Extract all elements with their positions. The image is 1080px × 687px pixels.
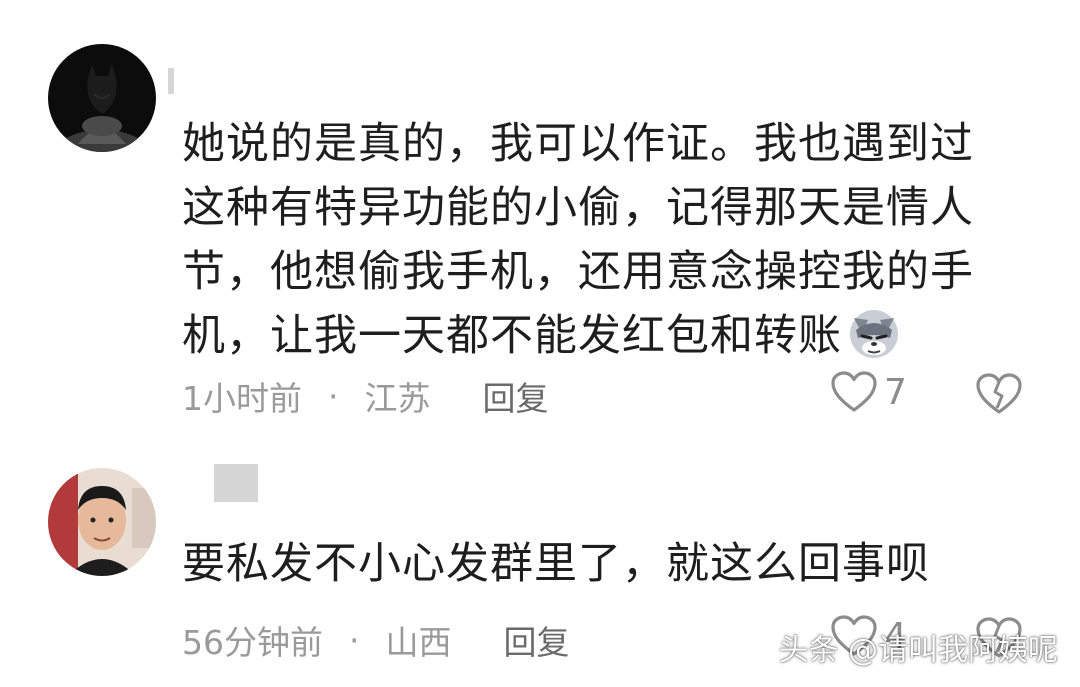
comment-line: 这种有特异功能的小偷，记得那天是情人 xyxy=(182,183,974,233)
like-button[interactable]: 7 xyxy=(830,370,907,414)
comment-meta: 56分钟前 · 山西 回复 xyxy=(182,616,570,664)
comment-list: 她说的是真的，我可以作证。我也遇到过 这种有特异功能的小偷，记得那天是情人 节，… xyxy=(0,0,1080,687)
comment-line-text: 机，让我一天都不能发红包和转账 xyxy=(182,311,842,361)
timestamp: 56分钟前 xyxy=(182,623,323,662)
broken-heart-icon xyxy=(976,373,1022,414)
location: 山西 xyxy=(385,623,452,662)
comment-line: 节，他想偷我手机，还用意念操控我的手 xyxy=(182,247,974,297)
username-redacted xyxy=(214,464,258,502)
portrait-avatar-image xyxy=(48,468,156,576)
comment-body: 她说的是真的，我可以作证。我也遇到过 这种有特异功能的小偷，记得那天是情人 节，… xyxy=(182,112,974,368)
avatar[interactable] xyxy=(48,468,156,576)
reply-button[interactable]: 回复 xyxy=(483,372,549,420)
comment-body: 要私发不小心发群里了，就这么回事呗 xyxy=(182,532,930,596)
batman-avatar-image xyxy=(48,44,156,152)
separator-dot: · xyxy=(328,376,339,416)
location: 江苏 xyxy=(364,379,431,418)
timestamp: 1小时前 xyxy=(182,379,302,418)
dislike-button[interactable] xyxy=(975,372,1023,420)
comment-line: 要私发不小心发群里了，就这么回事呗 xyxy=(182,539,930,589)
wolf-emoji-icon xyxy=(850,310,898,358)
separator-dot: · xyxy=(349,620,360,660)
like-count: 7 xyxy=(884,371,907,413)
avatar[interactable] xyxy=(48,44,156,152)
comment-line: 机，让我一天都不能发红包和转账 xyxy=(182,304,974,368)
comment-meta: 1小时前 · 江苏 回复 xyxy=(182,372,549,420)
comment-line: 她说的是真的，我可以作证。我也遇到过 xyxy=(182,119,974,169)
heart-icon xyxy=(831,371,877,412)
username-redacted xyxy=(168,68,174,94)
watermark: 头条 @请叫我阿姨呢 xyxy=(778,633,1058,668)
reply-button[interactable]: 回复 xyxy=(504,616,570,664)
